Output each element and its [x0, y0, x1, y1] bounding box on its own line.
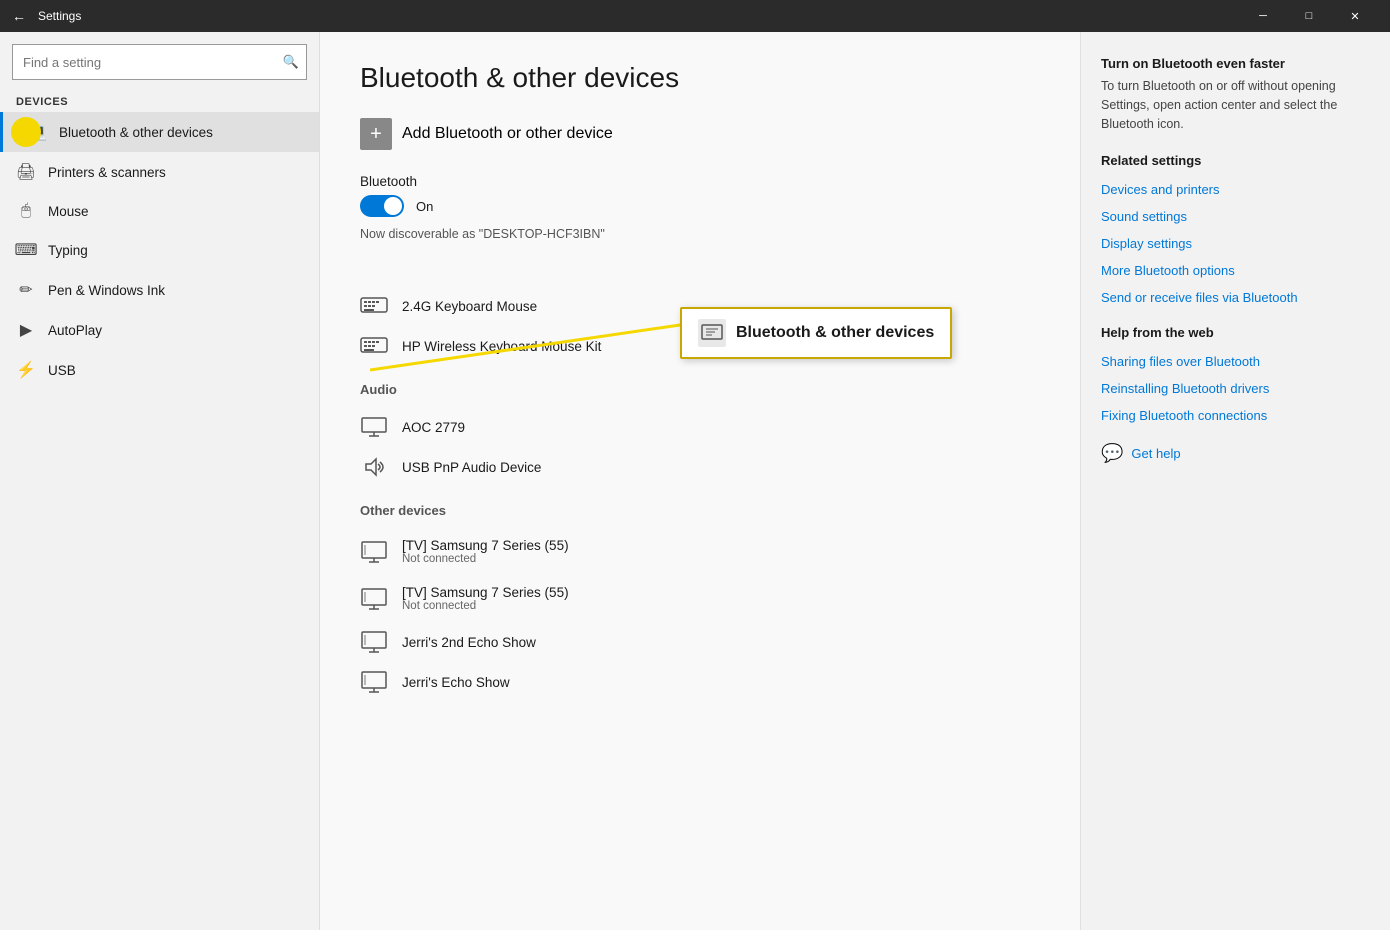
keyboard-icon: ⌨ [16, 240, 36, 260]
search-input[interactable] [12, 44, 307, 80]
toggle-state-text: On [416, 199, 433, 214]
keyboard-mouse-icon [360, 296, 388, 316]
echo2-name: Jerri's 2nd Echo Show [402, 635, 536, 650]
titlebar-title: Settings [38, 9, 1240, 23]
device-info-samsung1: [TV] Samsung 7 Series (55) Not connected [402, 538, 569, 565]
right-panel: Turn on Bluetooth even faster To turn Bl… [1080, 32, 1390, 930]
device-info-samsung2: [TV] Samsung 7 Series (55) Not connected [402, 585, 569, 612]
help-circle-icon: 💬 [1101, 443, 1123, 464]
link-devices-printers[interactable]: Devices and printers [1101, 182, 1370, 197]
get-help-item: 💬 Get help [1101, 443, 1370, 464]
hp-keyboard-icon [360, 336, 388, 356]
device-item-usb-audio: USB PnP Audio Device [360, 447, 1040, 487]
echo-name: Jerri's Echo Show [402, 675, 510, 690]
device-info-hp: HP Wireless Keyboard Mouse Kit [402, 339, 601, 354]
device-item-echo-show: Jerri's Echo Show [360, 662, 1040, 702]
link-sound-settings[interactable]: Sound settings [1101, 209, 1370, 224]
maximize-button[interactable]: □ [1286, 0, 1332, 32]
page-title: Bluetooth & other devices [360, 62, 1040, 94]
echo2-icon [360, 632, 388, 652]
sidebar-item-typing-label: Typing [48, 243, 88, 258]
echo-icon [360, 672, 388, 692]
add-device-label: Add Bluetooth or other device [402, 125, 613, 143]
main-content: Bluetooth & other devices + Add Bluetoot… [320, 32, 1080, 930]
monitor-icon [360, 417, 388, 437]
tip-text: To turn Bluetooth on or off without open… [1101, 77, 1370, 133]
link-more-bluetooth[interactable]: More Bluetooth options [1101, 263, 1370, 278]
add-device-button[interactable]: + Add Bluetooth or other device [360, 118, 1040, 150]
link-fixing-connections[interactable]: Fixing Bluetooth connections [1101, 408, 1370, 423]
device-info: 2.4G Keyboard Mouse [402, 299, 537, 314]
tv-icon-2 [360, 589, 388, 609]
autoplay-icon: ▶ [16, 320, 36, 340]
close-button[interactable]: ✕ [1332, 0, 1378, 32]
related-settings-heading: Related settings [1101, 153, 1370, 168]
mouse-icon: 🖱 [16, 202, 36, 220]
sidebar-item-usb[interactable]: ⚡ USB [0, 350, 319, 390]
bluetooth-toggle[interactable] [360, 195, 404, 217]
sidebar-item-autoplay-label: AutoPlay [48, 323, 102, 338]
sidebar: 🔍 Devices 💻 Bluetooth & other devices 🖨 … [0, 32, 320, 930]
sidebar-item-typing[interactable]: ⌨ Typing [0, 230, 319, 270]
discoverable-text: Now discoverable as "DESKTOP-HCF3IBN" [360, 227, 1040, 241]
sidebar-item-printers-label: Printers & scanners [48, 165, 166, 180]
sidebar-item-bluetooth[interactable]: 💻 Bluetooth & other devices [0, 112, 319, 152]
app-body: 🔍 Devices 💻 Bluetooth & other devices 🖨 … [0, 32, 1390, 930]
printer-icon: 🖨 [16, 162, 36, 182]
device-name: 2.4G Keyboard Mouse [402, 299, 537, 314]
samsung1-status: Not connected [402, 553, 569, 565]
sidebar-item-mouse[interactable]: 🖱 Mouse [0, 192, 319, 230]
usb-icon: ⚡ [16, 360, 36, 380]
add-plus-icon: + [360, 118, 392, 150]
sidebar-item-pen[interactable]: ✏ Pen & Windows Ink [0, 270, 319, 310]
bluetooth-section-label: Bluetooth [360, 174, 1040, 189]
annotation-marker [11, 117, 41, 147]
tv-icon-1 [360, 542, 388, 562]
tooltip-label: Bluetooth & other devices [736, 324, 934, 342]
bluetooth-tooltip: Bluetooth & other devices [680, 307, 952, 359]
sidebar-item-mouse-label: Mouse [48, 204, 89, 219]
link-reinstalling-drivers[interactable]: Reinstalling Bluetooth drivers [1101, 381, 1370, 396]
window-controls: ─ □ ✕ [1240, 0, 1378, 32]
device-item-echo-show-2: Jerri's 2nd Echo Show [360, 622, 1040, 662]
get-help-link[interactable]: Get help [1131, 446, 1180, 461]
help-from-web-heading: Help from the web [1101, 325, 1370, 340]
sidebar-item-pen-label: Pen & Windows Ink [48, 283, 165, 298]
other-section-heading: Other devices [360, 503, 1040, 518]
sidebar-item-autoplay[interactable]: ▶ AutoPlay [0, 310, 319, 350]
samsung1-name: [TV] Samsung 7 Series (55) [402, 538, 569, 553]
samsung2-name: [TV] Samsung 7 Series (55) [402, 585, 569, 600]
device-name-aoc: AOC 2779 [402, 420, 465, 435]
link-sharing-files[interactable]: Sharing files over Bluetooth [1101, 354, 1370, 369]
link-send-receive[interactable]: Send or receive files via Bluetooth [1101, 290, 1370, 305]
search-container: 🔍 [12, 44, 307, 80]
pen-icon: ✏ [16, 280, 36, 300]
link-display-settings[interactable]: Display settings [1101, 236, 1370, 251]
samsung2-status: Not connected [402, 600, 569, 612]
device-item-aoc: AOC 2779 [360, 407, 1040, 447]
sidebar-item-bluetooth-label: Bluetooth & other devices [59, 125, 213, 140]
audio-section-heading: Audio [360, 382, 1040, 397]
minimize-button[interactable]: ─ [1240, 0, 1286, 32]
device-item-samsung-tv-2: [TV] Samsung 7 Series (55) Not connected [360, 575, 1040, 622]
speaker-icon [360, 457, 388, 477]
toggle-knob [384, 197, 402, 215]
sidebar-section-label: Devices [0, 88, 319, 112]
tooltip-bluetooth-icon [698, 319, 726, 347]
titlebar: ← Settings ─ □ ✕ [0, 0, 1390, 32]
device-item-samsung-tv-1: [TV] Samsung 7 Series (55) Not connected [360, 528, 1040, 575]
sidebar-item-usb-label: USB [48, 363, 76, 378]
back-button[interactable]: ← [12, 8, 26, 24]
bluetooth-toggle-row: On [360, 195, 1040, 217]
sidebar-item-printers[interactable]: 🖨 Printers & scanners [0, 152, 319, 192]
tip-title: Turn on Bluetooth even faster [1101, 56, 1370, 71]
device-name-usb-audio: USB PnP Audio Device [402, 460, 541, 475]
device-name-hp: HP Wireless Keyboard Mouse Kit [402, 339, 601, 354]
